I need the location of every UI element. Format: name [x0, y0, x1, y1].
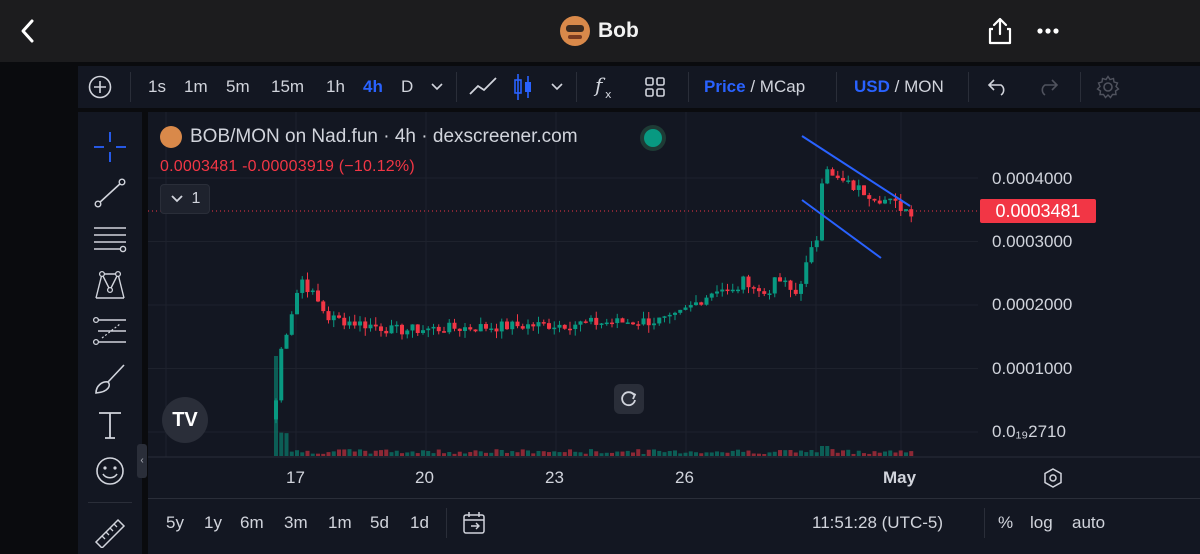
- x-tick-label: 26: [675, 468, 694, 487]
- divider: [836, 72, 837, 102]
- token-avatar-small: [160, 126, 182, 148]
- timeframe-1h[interactable]: 1h: [326, 66, 345, 108]
- divider: [688, 72, 689, 102]
- range-bar: 5y 1y 6m 3m 1m 5d 1d 11:51:28 (UTC-5) % …: [148, 498, 1200, 548]
- timeframe-1s[interactable]: 1s: [148, 66, 166, 108]
- symbol-legend: BOB/MON on Nad.fun · 4h · dexscreener.co…: [160, 126, 578, 148]
- range-1d[interactable]: 1d: [410, 498, 429, 548]
- x-tick-label: 23: [545, 468, 564, 487]
- line-chart-icon[interactable]: [468, 74, 498, 100]
- symbol-title: BOB/MON on Nad.fun · 4h · dexscreener.co…: [190, 126, 578, 147]
- back-chevron-icon[interactable]: [18, 18, 38, 44]
- range-1y[interactable]: 1y: [204, 498, 222, 548]
- chevron-down-icon[interactable]: [550, 82, 564, 92]
- more-options-icon[interactable]: [1034, 22, 1064, 40]
- ohlc-change: 0.0003481 -0.00003919 (−10.12%): [160, 158, 415, 175]
- svg-text:x: x: [605, 88, 612, 101]
- x-tick-label: 20: [415, 468, 434, 487]
- top-nav-bar: Bob: [0, 0, 1200, 62]
- y-tick-label: 0.0001000: [992, 359, 1073, 378]
- reset-chart-button[interactable]: [614, 384, 644, 414]
- chevron-down-icon[interactable]: [430, 82, 444, 92]
- chart-settings-icon[interactable]: [1042, 467, 1064, 489]
- y-tick-label: 0.0003000: [992, 232, 1073, 251]
- brush-tool-icon[interactable]: [92, 362, 128, 396]
- divider: [968, 72, 969, 102]
- current-price-label: 0.0003481: [980, 199, 1096, 223]
- ruler-measure-icon[interactable]: [92, 514, 128, 548]
- divider: [1080, 72, 1081, 102]
- divider: [88, 502, 132, 503]
- crosshair-icon[interactable]: [92, 130, 128, 164]
- timeframe-5m[interactable]: 5m: [226, 66, 250, 108]
- mcap-option[interactable]: MCap: [760, 77, 805, 96]
- divider: [984, 508, 985, 538]
- forecast-tool-icon[interactable]: [92, 314, 128, 348]
- token-avatar: [560, 16, 590, 46]
- clock-timezone[interactable]: 11:51:28 (UTC-5): [812, 498, 943, 548]
- toolbar-collapse-handle[interactable]: ‹: [137, 444, 147, 478]
- live-status-dot: [644, 129, 662, 147]
- mon-option[interactable]: MON: [904, 77, 944, 96]
- pattern-tool-icon[interactable]: [92, 268, 128, 302]
- tradingview-logo[interactable]: TV: [162, 397, 208, 443]
- timeframe-1m[interactable]: 1m: [184, 66, 208, 108]
- y-tick-label: 0.0002000: [992, 295, 1073, 314]
- log-scale-toggle[interactable]: log: [1030, 498, 1053, 548]
- page-title: Bob: [598, 19, 639, 42]
- x-tick-label: May: [883, 468, 917, 487]
- volume-bars: [274, 356, 914, 456]
- chevron-down-icon: [170, 195, 183, 203]
- range-5d[interactable]: 5d: [370, 498, 389, 548]
- indicator-collapse-button[interactable]: 1: [160, 184, 210, 214]
- range-6m[interactable]: 6m: [240, 498, 264, 548]
- divider: [446, 508, 447, 538]
- drawing-toolbar: [78, 112, 142, 554]
- go-to-date-icon[interactable]: [462, 511, 488, 535]
- currency-toggle[interactable]: USD / MON: [854, 66, 944, 108]
- reload-icon: [621, 391, 637, 407]
- timeframe-4h[interactable]: 4h: [363, 66, 383, 108]
- auto-scale-toggle[interactable]: auto: [1072, 498, 1105, 548]
- price-chart[interactable]: BOB/MON on Nad.fun · 4h · dexscreener.co…: [148, 112, 1200, 554]
- emoji-tool-icon[interactable]: [92, 454, 128, 488]
- y-tick-label: 0.0004000: [992, 169, 1073, 188]
- undo-icon[interactable]: [986, 78, 1010, 96]
- indicator-count: 1: [191, 190, 201, 207]
- slash-separator: /: [894, 77, 900, 96]
- chart-toolbar: 1s 1m 5m 15m 1h 4h D f x Price / MCap US…: [78, 66, 1200, 108]
- price-mcap-toggle[interactable]: Price / MCap: [704, 66, 805, 108]
- timeframe-15m[interactable]: 15m: [271, 66, 304, 108]
- divider: [576, 72, 577, 102]
- range-1m[interactable]: 1m: [328, 498, 352, 548]
- x-tick-label: 17: [286, 468, 305, 487]
- settings-gear-icon[interactable]: [1096, 75, 1120, 99]
- y-tick-label: 0.0₁₉2710: [992, 422, 1066, 441]
- range-3m[interactable]: 3m: [284, 498, 308, 548]
- price-option[interactable]: Price: [704, 77, 746, 96]
- share-icon[interactable]: [985, 16, 1015, 46]
- trend-lines: [801, 135, 911, 259]
- trend-line-tool-icon[interactable]: [92, 176, 128, 210]
- title-group: Bob: [560, 14, 639, 48]
- timeframe-d[interactable]: D: [401, 66, 413, 108]
- percent-scale-toggle[interactable]: %: [998, 498, 1013, 548]
- fib-retracement-icon[interactable]: [92, 222, 128, 256]
- divider: [456, 72, 457, 102]
- text-tool-icon[interactable]: [92, 408, 128, 442]
- slash-separator: /: [750, 77, 756, 96]
- usd-option[interactable]: USD: [854, 77, 890, 96]
- range-5y[interactable]: 5y: [166, 498, 184, 548]
- candles-icon[interactable]: [512, 72, 534, 102]
- layout-grid-icon[interactable]: [644, 76, 666, 98]
- candles: [274, 166, 914, 424]
- add-symbol-icon[interactable]: [88, 75, 112, 99]
- indicators-fx-icon[interactable]: f x: [592, 72, 620, 102]
- redo-icon[interactable]: [1036, 78, 1060, 96]
- divider: [130, 72, 131, 102]
